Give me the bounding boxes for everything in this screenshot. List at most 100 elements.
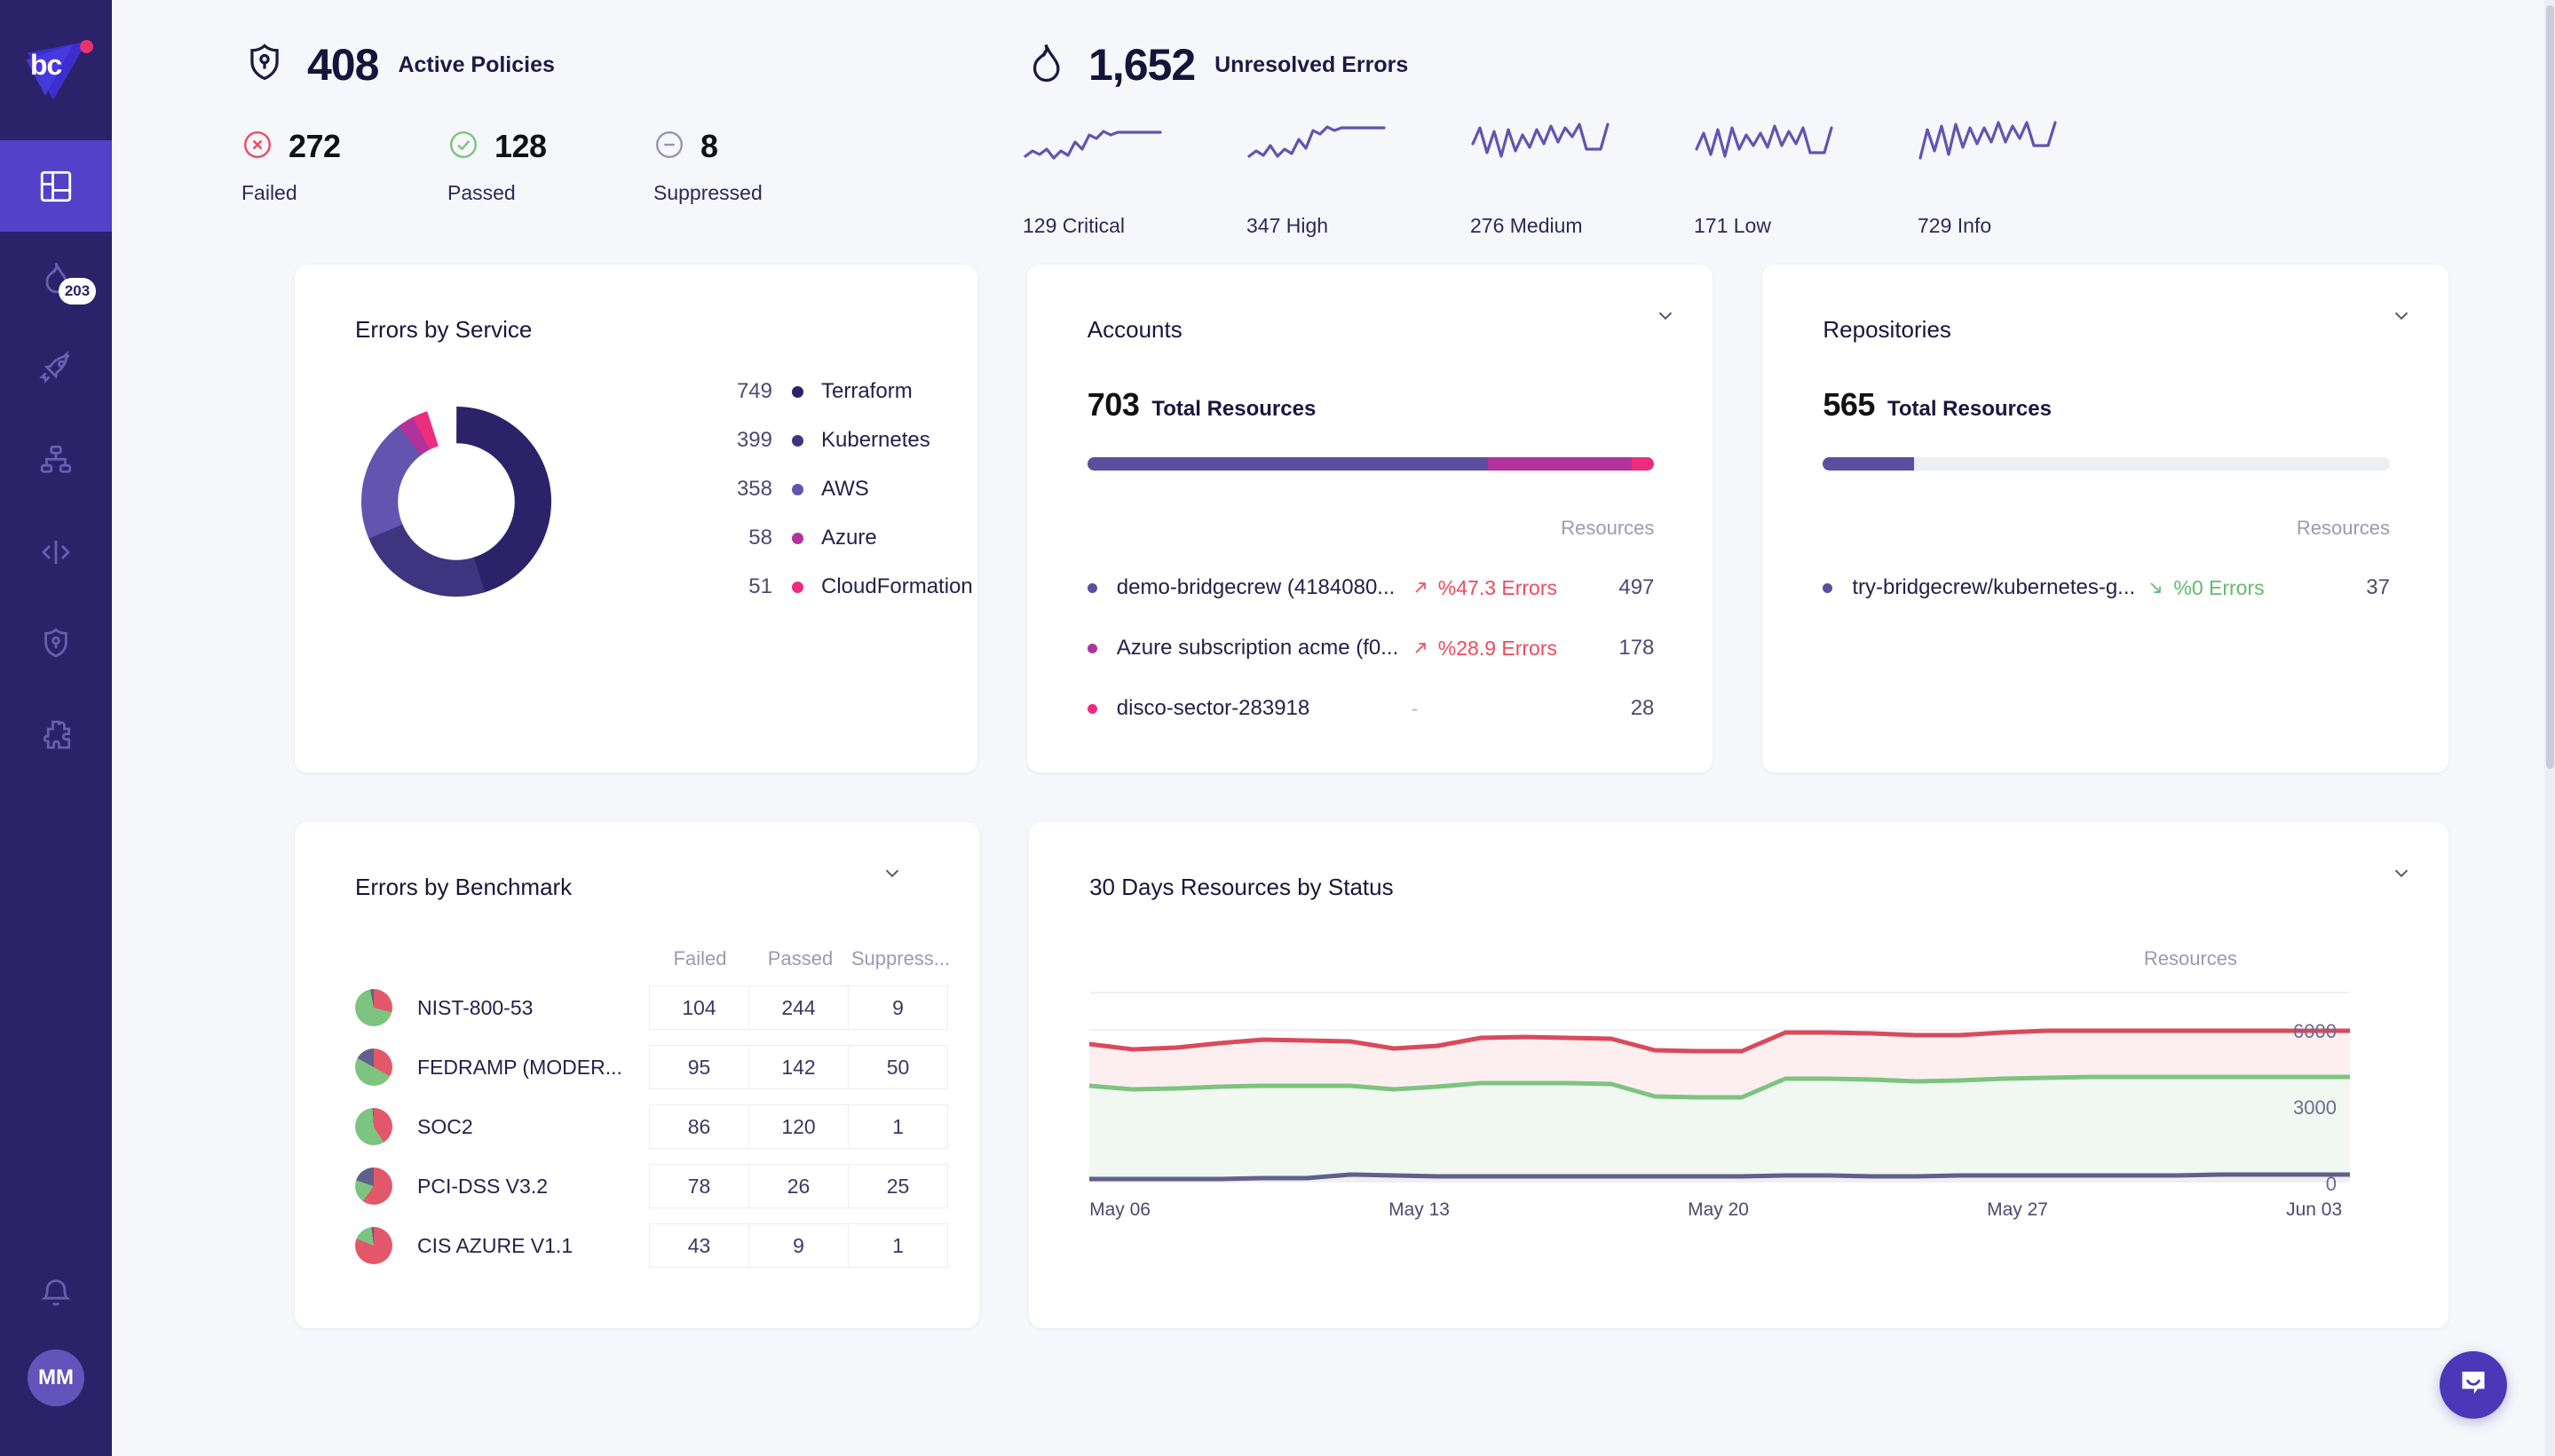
accounts-distribution-bar	[1087, 457, 1655, 471]
x-tick-label: Jun 03	[2286, 1199, 2343, 1220]
stat-suppressed[interactable]: 8 Suppressed	[653, 128, 859, 205]
table-row[interactable]: try-bridgecrew/kubernetes-g... %0 Errors…	[1823, 575, 2390, 600]
legend-item[interactable]: 51 CloudFormation	[708, 574, 972, 599]
legend-color-dot	[792, 434, 803, 447]
errors-by-service-donut-chart[interactable]	[355, 400, 558, 603]
y-tick-3000: 3000	[2293, 1096, 2337, 1119]
resources-by-status-chart[interactable]: 6000 3000 0 May 06 May 13 May 20 May 27 …	[1087, 992, 2388, 1221]
legend-item[interactable]: 749 Terraform	[708, 379, 973, 404]
table-row[interactable]: FEDRAMP (MODER... 95 142 50	[355, 1045, 979, 1089]
benchmark-failed: 43	[649, 1223, 749, 1268]
account-trend-text: -	[1411, 696, 1419, 720]
accounts-resources-header: Resources	[1561, 517, 1655, 539]
sidebar-item-errors[interactable]: 203	[0, 232, 112, 323]
account-trend: %28.9 Errors	[1412, 637, 1598, 661]
table-row[interactable]: PCI-DSS V3.2 78 26 25	[355, 1164, 979, 1208]
account-trend-text: %28.9 Errors	[1437, 636, 1557, 660]
legend-value: 58	[748, 526, 772, 550]
legend-item[interactable]: 358 AWS	[708, 477, 973, 502]
main-content: 408 Active Policies 272 Failed 128 Passe…	[112, 0, 2555, 1456]
sidebar-item-code[interactable]	[0, 506, 112, 597]
trend-x-axis: May 06 May 13 May 20 May 27 Jun 03	[1089, 1199, 2388, 1221]
sidebar-item-policies[interactable]	[0, 597, 112, 689]
kpi-active-policies: 408 Active Policies 272 Failed 128 Passe…	[241, 39, 1023, 238]
stat-failed[interactable]: 272 Failed	[241, 128, 447, 205]
unresolved-errors-label: Unresolved Errors	[1214, 51, 1409, 77]
sidebar-item-deploy[interactable]	[0, 323, 112, 415]
severity-medium[interactable]: 276 Medium	[1470, 117, 1694, 238]
severity-low-label: 171 Low	[1694, 214, 1771, 237]
severity-info-label: 729 Info	[1918, 214, 1992, 237]
chevron-down-icon[interactable]	[2390, 304, 2413, 331]
benchmark-values: 104 244 9	[649, 985, 948, 1030]
table-row[interactable]: SOC2 86 120 1	[355, 1104, 979, 1149]
benchmark-pie-icon	[355, 1167, 392, 1205]
benchmark-suppressed: 1	[848, 1104, 948, 1149]
benchmark-name: SOC2	[417, 1114, 473, 1138]
benchmark-column-headers: Failed Passed Suppress...	[355, 947, 979, 970]
bridgecrew-logo[interactable]: bc	[0, 0, 112, 140]
benchmark-passed: 9	[748, 1223, 849, 1268]
stat-failed-label: Failed	[241, 181, 297, 204]
repositories-resources-header: Resources	[2296, 517, 2390, 539]
severity-medium-label: 276 Medium	[1470, 214, 1583, 237]
bar-segment	[1823, 457, 1914, 471]
table-row[interactable]: CIS AZURE V1.1 43 9 1	[355, 1223, 979, 1268]
x-tick-label: May 13	[1388, 1199, 1450, 1220]
notifications-button[interactable]	[0, 1243, 112, 1349]
donut-chart-area: 749 Terraform 399 Kubernetes 358 AWS 58 …	[355, 379, 977, 623]
legend-item[interactable]: 58 Azure	[708, 526, 973, 550]
benchmark-pie-icon	[355, 1048, 392, 1086]
sidebar-item-supply-chain[interactable]	[0, 415, 112, 506]
benchmark-values: 95 142 50	[649, 1045, 948, 1089]
scrollbar-thumb[interactable]	[2546, 5, 2554, 769]
accounts-total-value: 703	[1087, 386, 1140, 423]
stat-failed-value: 272	[289, 128, 341, 164]
benchmark-passed: 142	[748, 1045, 849, 1089]
table-row[interactable]: Azure subscription acme (f0... %28.9 Err…	[1087, 636, 1654, 661]
kpi-row: 408 Active Policies 272 Failed 128 Passe…	[112, 0, 2555, 238]
legend-label: AWS	[821, 477, 869, 501]
code-icon	[37, 534, 75, 571]
severity-high[interactable]: 347 High	[1246, 117, 1470, 238]
arrow-up-right-icon	[1415, 582, 1426, 593]
legend-value: 358	[736, 477, 772, 501]
arrow-down-right-icon	[2150, 582, 2162, 593]
y-tick-6000: 6000	[2293, 1020, 2337, 1042]
legend-color-dot	[792, 483, 803, 495]
severity-critical[interactable]: 129 Critical	[1023, 117, 1246, 238]
repositories-total-label: Total Resources	[1887, 397, 2052, 421]
severity-high-label: 347 High	[1246, 214, 1329, 237]
arrow-up-right-icon	[1415, 643, 1426, 653]
table-row[interactable]: disco-sector-283918 - 28	[1087, 696, 1655, 721]
benchmark-suppressed: 1	[848, 1223, 948, 1268]
legend-label: Kubernetes	[821, 428, 930, 452]
account-trend: -	[1412, 697, 1598, 721]
account-resource-count: 28	[1630, 696, 1655, 720]
sidebar-item-integrations[interactable]	[0, 689, 112, 780]
column-header-passed: Passed	[767, 947, 834, 969]
table-row[interactable]: NIST-800-53 104 244 9	[355, 985, 979, 1030]
stat-passed[interactable]: 128 Passed	[447, 128, 653, 205]
legend-color-dot	[792, 532, 803, 544]
repositories-distribution-bar	[1823, 457, 2390, 471]
card-row-2: Errors by Benchmark Failed Passed Suppre…	[112, 822, 2555, 1328]
scrollbar-track[interactable]	[2544, 0, 2555, 1456]
sidebar-item-dashboard[interactable]	[0, 140, 112, 232]
column-header-failed: Failed	[673, 947, 727, 969]
chat-launcher-button[interactable]	[2440, 1351, 2507, 1419]
severity-info[interactable]: 729 Info	[1918, 117, 2141, 238]
chevron-down-icon[interactable]	[881, 861, 904, 889]
active-policies-value: 408	[307, 40, 379, 90]
chevron-down-icon[interactable]	[1654, 304, 1677, 331]
repository-name: try-bridgecrew/kubernetes-g...	[1852, 575, 2136, 599]
account-trend: %47.3 Errors	[1412, 576, 1598, 600]
severity-low[interactable]: 171 Low	[1694, 117, 1918, 238]
chevron-down-icon[interactable]	[2390, 861, 2413, 889]
benchmark-name: CIS AZURE V1.1	[417, 1233, 573, 1257]
legend-item[interactable]: 399 Kubernetes	[708, 428, 973, 453]
table-row[interactable]: demo-bridgecrew (4184080... %47.3 Errors…	[1087, 575, 1654, 600]
avatar[interactable]: MM	[28, 1349, 84, 1406]
accounts-total: 703 Total Resources	[1088, 386, 1655, 423]
stat-suppressed-top: 8	[653, 128, 859, 165]
